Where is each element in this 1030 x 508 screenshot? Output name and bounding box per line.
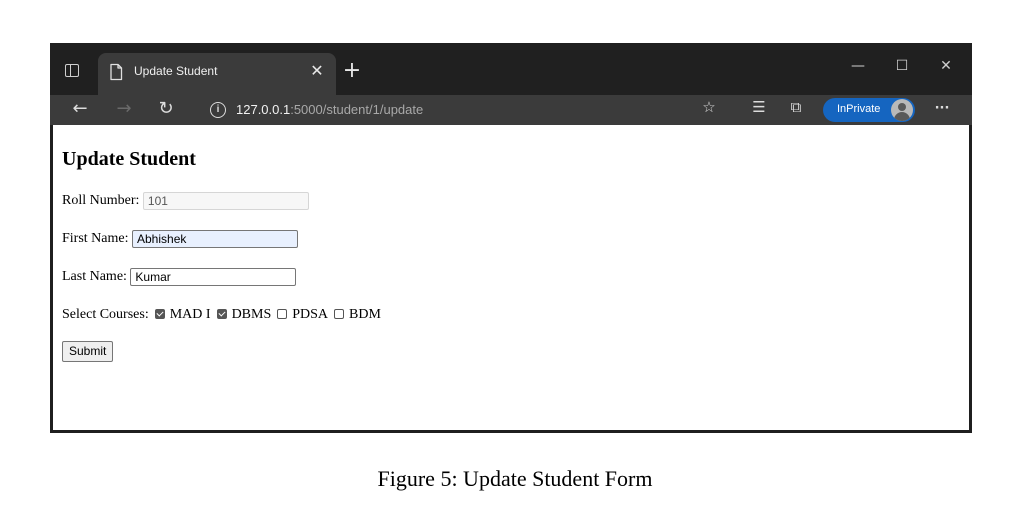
- figure-caption: Figure 5: Update Student Form: [377, 466, 653, 491]
- url-host: 127.0.0.1: [236, 102, 291, 117]
- first-name-input[interactable]: [132, 230, 298, 248]
- last-name-row: Last Name:: [62, 266, 297, 288]
- tab-actions-icon: [65, 63, 79, 77]
- back-button[interactable]: ←: [68, 98, 92, 122]
- roll-number-input[interactable]: [142, 192, 309, 210]
- avatar-head: [898, 103, 906, 111]
- more-options-button[interactable]: ···: [930, 98, 954, 122]
- course-label-mad-i: MAD I: [169, 307, 211, 322]
- close-window-button[interactable]: ✕: [934, 55, 958, 77]
- course-label-dbms: DBMS: [231, 307, 272, 322]
- submit-button[interactable]: Submit: [62, 340, 114, 362]
- favorites-icon[interactable]: ☰: [747, 98, 771, 122]
- page-icon: [110, 63, 123, 81]
- submit-row: Submit: [62, 340, 114, 362]
- course-checkbox-bdm[interactable]: [334, 309, 345, 319]
- url-text[interactable]: 127.0.0.1:5000/student/1/update: [236, 102, 423, 117]
- tab-title: Update Student: [134, 64, 218, 78]
- avatar-body: [894, 112, 910, 121]
- course-checkbox-dbms[interactable]: [216, 309, 227, 319]
- course-checkbox-mad-i[interactable]: [154, 309, 165, 319]
- tab-update-student[interactable]: Update Student ✕: [98, 53, 336, 95]
- new-tab-button[interactable]: +: [340, 60, 364, 84]
- close-tab-icon[interactable]: ✕: [306, 60, 328, 82]
- courses-row: Select Courses: MAD I DBMS PDSA BDM: [62, 304, 381, 326]
- last-name-input[interactable]: [130, 268, 297, 286]
- avatar: [891, 99, 913, 121]
- browser-toolbar: ← → ↻ i 127.0.0.1:5000/student/1/update …: [50, 95, 972, 125]
- page-title: Update Student: [62, 148, 196, 170]
- tab-strip: Update Student ✕ + — ☐ ✕: [50, 43, 972, 95]
- page-viewport: Update Student Roll Number: First Name: …: [53, 125, 969, 430]
- inprivate-badge[interactable]: InPrivate: [823, 98, 915, 122]
- maximize-button[interactable]: ☐: [890, 55, 914, 77]
- first-name-row: First Name:: [62, 228, 298, 250]
- roll-number-row: Roll Number:: [62, 190, 309, 212]
- course-label-bdm: BDM: [349, 307, 381, 322]
- url-path: :5000/student/1/update: [290, 102, 424, 117]
- add-favorite-icon[interactable]: ☆: [697, 98, 721, 122]
- forward-button[interactable]: →: [112, 98, 136, 122]
- site-info-icon[interactable]: i: [210, 102, 226, 118]
- inprivate-label: InPrivate: [837, 103, 881, 115]
- collections-icon[interactable]: ⧉: [784, 98, 808, 122]
- address-bar[interactable]: i 127.0.0.1:5000/student/1/update: [194, 96, 734, 124]
- course-label-pdsa: PDSA: [292, 307, 329, 322]
- browser-window: Update Student ✕ + — ☐ ✕ ← → ↻ i 127.0.0…: [50, 43, 972, 433]
- courses-label: Select Courses:: [62, 307, 149, 322]
- roll-number-label: Roll Number:: [62, 193, 140, 208]
- minimize-button[interactable]: —: [846, 55, 870, 77]
- tab-actions-button[interactable]: [58, 57, 86, 83]
- last-name-label: Last Name:: [62, 269, 127, 284]
- course-checkbox-pdsa[interactable]: [277, 309, 288, 319]
- first-name-label: First Name:: [62, 231, 129, 246]
- refresh-button[interactable]: ↻: [154, 98, 178, 122]
